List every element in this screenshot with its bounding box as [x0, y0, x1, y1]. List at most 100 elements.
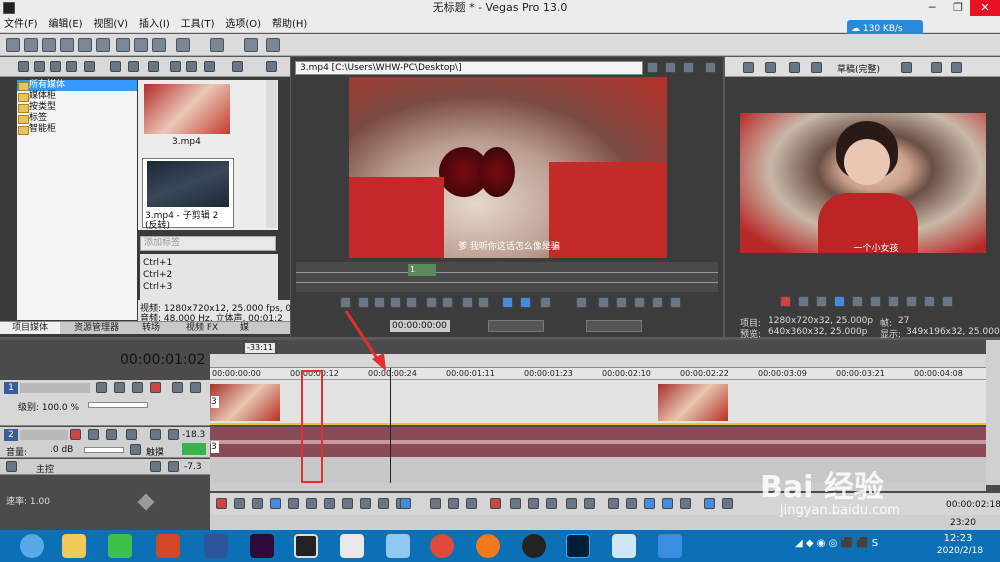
auto-ripple-icon[interactable]	[266, 38, 280, 52]
tree-item-tags[interactable]: 标签	[17, 113, 137, 124]
properties-icon[interactable]	[96, 38, 110, 52]
prev-frame-icon[interactable]	[360, 498, 371, 509]
trimmer-close-icon[interactable]	[683, 62, 694, 73]
flag-green-icon[interactable]	[670, 297, 681, 308]
music-icon[interactable]	[340, 534, 364, 558]
stop-icon[interactable]	[186, 61, 197, 72]
record-icon[interactable]	[216, 498, 227, 509]
external-monitor-icon[interactable]	[765, 62, 776, 73]
tree-item-smart-bins[interactable]: 智能柜	[17, 124, 137, 135]
tag-input[interactable]: 添加标签	[140, 236, 276, 251]
snapping-icon[interactable]	[644, 498, 655, 509]
cut-icon[interactable]	[116, 38, 130, 52]
trim-icon[interactable]	[540, 297, 551, 308]
tab-transitions[interactable]: 转场	[142, 322, 160, 334]
enable-snapping-icon[interactable]	[244, 38, 258, 52]
trimmer-marker[interactable]: 1	[408, 264, 436, 276]
loop-icon[interactable]	[234, 498, 245, 509]
refresh-icon[interactable]	[66, 61, 77, 72]
region-flag-icon[interactable]	[626, 498, 637, 509]
trimmer-timeline[interactable]: 1	[296, 262, 718, 292]
tray-date[interactable]: 2020/2/18	[930, 546, 990, 556]
open-icon[interactable]	[24, 38, 38, 52]
lock-envelope-icon[interactable]	[566, 498, 577, 509]
mute-icon[interactable]	[150, 429, 161, 440]
auto-preview-icon[interactable]	[204, 61, 215, 72]
copy-icon[interactable]	[134, 38, 148, 52]
media-fx-icon[interactable]	[128, 61, 139, 72]
photoshop-icon[interactable]	[566, 534, 590, 558]
tray-icons[interactable]: ◢ ◆ ◉ ◎ ⬛ ⬛ S	[795, 538, 915, 554]
render-icon[interactable]	[78, 38, 92, 52]
prev-marker-icon[interactable]	[462, 297, 473, 308]
envelope-tool-icon[interactable]	[430, 498, 441, 509]
loop-icon[interactable]	[798, 296, 809, 307]
plugin-icon[interactable]	[148, 61, 159, 72]
add-to-timeline-icon[interactable]	[502, 297, 513, 308]
preview-mode-icon[interactable]	[811, 62, 822, 73]
capture-icon[interactable]	[34, 61, 45, 72]
tab-explorer[interactable]: 资源管理器	[74, 322, 119, 334]
trimmer-monitor-icon[interactable]	[705, 62, 716, 73]
solo-icon[interactable]	[168, 429, 179, 440]
trimmer-path-select[interactable]: 3.mp4 [C:\Users\WHW-PC\Desktop\]	[295, 61, 643, 75]
zoom-icon[interactable]	[266, 61, 277, 72]
copy-snapshot-icon[interactable]	[931, 62, 942, 73]
premiere-icon[interactable]	[250, 534, 274, 558]
normal-edit-tool-icon[interactable]	[400, 498, 411, 509]
audio-track-name-field[interactable]	[20, 430, 68, 440]
video-level-slider[interactable]	[88, 402, 148, 408]
trimmer-time-field[interactable]: 00:00:00:00	[390, 320, 450, 332]
play-icon[interactable]	[170, 61, 181, 72]
audio-volume-slider[interactable]	[84, 447, 124, 453]
chrome-icon[interactable]	[430, 534, 454, 558]
undo-icon[interactable]	[176, 38, 190, 52]
stop-icon[interactable]	[306, 498, 317, 509]
redo-icon[interactable]	[210, 38, 224, 52]
solo-icon[interactable]	[190, 382, 201, 393]
video-clip-end[interactable]	[658, 384, 728, 421]
flag-icon[interactable]	[634, 297, 645, 308]
invert-phase-icon[interactable]	[88, 429, 99, 440]
master-mute-icon[interactable]	[168, 461, 179, 472]
thumbnail-subclip[interactable]: 3.mp4 - 子剪辑 2 (反转)	[142, 158, 234, 231]
thumbnail-scrollbar[interactable]	[266, 80, 277, 228]
timeline-current-time[interactable]: 00:00:01:02	[120, 352, 210, 372]
trim-end-icon[interactable]	[546, 498, 557, 509]
play-icon[interactable]	[834, 296, 845, 307]
track-fx-icon[interactable]	[106, 429, 117, 440]
menu-help[interactable]: 帮助(H)	[268, 16, 311, 33]
qq-browser-icon[interactable]	[386, 534, 410, 558]
minimize-button[interactable]: ─	[918, 0, 946, 16]
overlays-icon[interactable]	[901, 62, 912, 73]
save-as-icon[interactable]	[60, 38, 74, 52]
menu-edit[interactable]: 编辑(E)	[44, 16, 86, 33]
wechat-icon[interactable]	[108, 534, 132, 558]
trim-start-icon[interactable]	[528, 498, 539, 509]
playhead[interactable]	[390, 368, 391, 483]
maximize-button[interactable]: ❐	[944, 0, 972, 16]
tree-item-bins[interactable]: 媒体柜	[17, 91, 137, 102]
timeline-ruler[interactable]: 00:00:00:00 00:00:00:12 00:00:00:24 00:0…	[210, 368, 986, 380]
mute-icon[interactable]	[172, 382, 183, 393]
selection-tool-icon[interactable]	[448, 498, 459, 509]
delete-icon[interactable]	[110, 61, 121, 72]
play-from-start-icon[interactable]	[252, 498, 263, 509]
delete-icon[interactable]	[490, 498, 501, 509]
thumbnail-3mp4[interactable]	[144, 84, 230, 134]
browser-icon[interactable]	[20, 534, 44, 558]
trim-icon[interactable]	[510, 498, 521, 509]
video-clip-start[interactable]	[210, 384, 280, 421]
save-icon[interactable]	[42, 38, 56, 52]
lock-icon[interactable]	[704, 498, 715, 509]
menu-insert[interactable]: 插入(I)	[135, 16, 174, 33]
go-start-icon[interactable]	[888, 296, 899, 307]
tab-more[interactable]: 媒	[240, 322, 249, 334]
region-icon[interactable]	[576, 297, 587, 308]
pause-icon[interactable]	[852, 296, 863, 307]
stop-icon[interactable]	[406, 297, 417, 308]
flag-red-icon[interactable]	[652, 297, 663, 308]
search-icon[interactable]	[84, 61, 95, 72]
vegas-icon[interactable]	[294, 534, 318, 558]
master-fx-icon[interactable]	[150, 461, 161, 472]
